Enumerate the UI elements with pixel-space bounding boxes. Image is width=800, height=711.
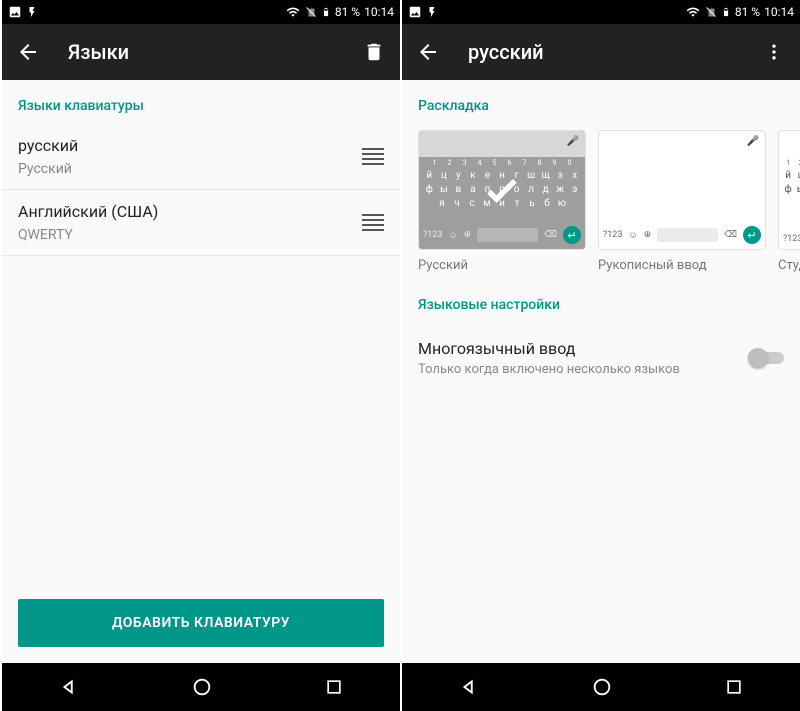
kbd-space xyxy=(477,228,538,242)
layout-label: Рукописный ввод xyxy=(598,258,766,273)
overflow-menu-icon[interactable] xyxy=(762,42,786,62)
layout-label: Студенческая xyxy=(778,258,800,273)
language-item[interactable]: русский Русский xyxy=(2,124,400,190)
language-item[interactable]: Английский (США) QWERTY xyxy=(2,190,400,256)
nav-recent-icon[interactable] xyxy=(324,677,344,697)
battery-icon xyxy=(321,5,331,19)
language-secondary: Русский xyxy=(18,161,362,177)
nav-bar xyxy=(402,663,800,711)
nav-bar xyxy=(2,663,400,711)
backspace-icon: ⌫ xyxy=(724,230,737,240)
nav-back-icon[interactable] xyxy=(458,676,480,698)
no-sim-icon xyxy=(705,5,717,19)
status-bar: 81 % 10:14 xyxy=(402,0,800,24)
keyboard-thumbnail: 🎤 1234567890 йцукенгшщзх фывапролджэ ячс… xyxy=(418,130,586,250)
nav-back-icon[interactable] xyxy=(58,676,80,698)
screen-languages: 81 % 10:14 Языки Языки клавиатуры русски… xyxy=(0,0,400,711)
battery-icon xyxy=(721,5,731,19)
wifi-icon xyxy=(285,5,301,19)
mic-icon: 🎤 xyxy=(747,136,759,147)
keyboard-thumbnail: 🎤 ?123 ☺ ⊕ ⌫ ↵ xyxy=(598,130,766,250)
drag-handle-icon[interactable] xyxy=(362,148,384,166)
layout-list[interactable]: 🎤 1234567890 йцукенгшщзх фывапролджэ ячс… xyxy=(402,124,800,279)
app-bar: русский xyxy=(402,24,800,80)
nav-home-icon[interactable] xyxy=(591,676,613,698)
language-secondary: QWERTY xyxy=(18,227,362,243)
multilang-setting[interactable]: Многоязычный ввод Только когда включено … xyxy=(402,323,800,393)
globe-icon: ⊕ xyxy=(644,230,652,240)
globe-icon: ⊕ xyxy=(464,230,472,240)
language-primary: русский xyxy=(18,136,362,155)
status-time: 10:14 xyxy=(364,5,394,19)
kbd-sym-key: ?123 xyxy=(423,230,442,240)
image-icon xyxy=(8,5,22,19)
status-bar: 81 % 10:14 xyxy=(2,0,400,24)
emoji-icon: ☺ xyxy=(628,230,637,241)
kbd-letter-row2-p: фывап xyxy=(783,184,800,195)
battery-percent: 81 % xyxy=(735,5,760,19)
enter-icon: ↵ xyxy=(743,226,761,244)
section-layout: Раскладка xyxy=(402,80,800,124)
drag-handle-icon[interactable] xyxy=(362,214,384,232)
layout-label: Русский xyxy=(418,258,586,273)
layout-card-russian[interactable]: 🎤 1234567890 йцукенгшщзх фывапролджэ ячс… xyxy=(418,130,586,273)
setting-title: Многоязычный ввод xyxy=(418,339,748,358)
kbd-digit-row-p: 12345 xyxy=(783,159,800,167)
section-language-settings: Языковые настройки xyxy=(402,279,800,323)
bolt-icon xyxy=(426,5,438,19)
back-icon[interactable] xyxy=(416,40,440,64)
mic-icon: 🎤 xyxy=(567,136,579,147)
kbd-digit-row: 1234567890 xyxy=(423,159,581,167)
kbd-sym-key: ?123 xyxy=(783,234,800,244)
setting-subtitle: Только когда включено несколько языков xyxy=(418,362,748,377)
language-primary: Английский (США) xyxy=(18,202,362,221)
image-icon xyxy=(408,5,422,19)
backspace-icon: ⌫ xyxy=(544,230,557,240)
battery-percent: 81 % xyxy=(335,5,360,19)
page-title: Языки xyxy=(68,40,362,64)
layout-card-student[interactable]: 12345 йцуке фывап ?123 Студенческая xyxy=(778,130,800,273)
back-icon[interactable] xyxy=(16,40,40,64)
section-keyboard-languages: Языки клавиатуры xyxy=(2,80,400,124)
content-area: Языки клавиатуры русский Русский Английс… xyxy=(2,80,400,663)
content-area: Раскладка 🎤 1234567890 йцукенгшщзх фывап… xyxy=(402,80,800,663)
page-title: русский xyxy=(468,40,762,64)
screen-russian: 81 % 10:14 русский Раскладка 🎤 123456789… xyxy=(400,0,800,711)
layout-card-handwriting[interactable]: 🎤 ?123 ☺ ⊕ ⌫ ↵ Рукописный ввод xyxy=(598,130,766,273)
delete-icon[interactable] xyxy=(362,41,386,63)
kbd-space xyxy=(657,228,718,242)
kbd-letter-row1-p: йцуке xyxy=(783,170,800,181)
app-bar: Языки xyxy=(2,24,400,80)
emoji-icon: ☺ xyxy=(448,230,457,241)
enter-icon: ↵ xyxy=(563,226,581,244)
bolt-icon xyxy=(26,5,38,19)
kbd-sym-key: ?123 xyxy=(603,230,622,240)
nav-home-icon[interactable] xyxy=(191,676,213,698)
add-keyboard-button[interactable]: ДОБАВИТЬ КЛАВИАТУРУ xyxy=(18,599,384,647)
multilang-switch[interactable] xyxy=(748,348,784,368)
wifi-icon xyxy=(685,5,701,19)
status-time: 10:14 xyxy=(764,5,794,19)
no-sim-icon xyxy=(305,5,317,19)
checkmark-icon xyxy=(480,168,524,212)
keyboard-thumbnail: 12345 йцуке фывап ?123 xyxy=(778,130,800,250)
nav-recent-icon[interactable] xyxy=(724,677,744,697)
